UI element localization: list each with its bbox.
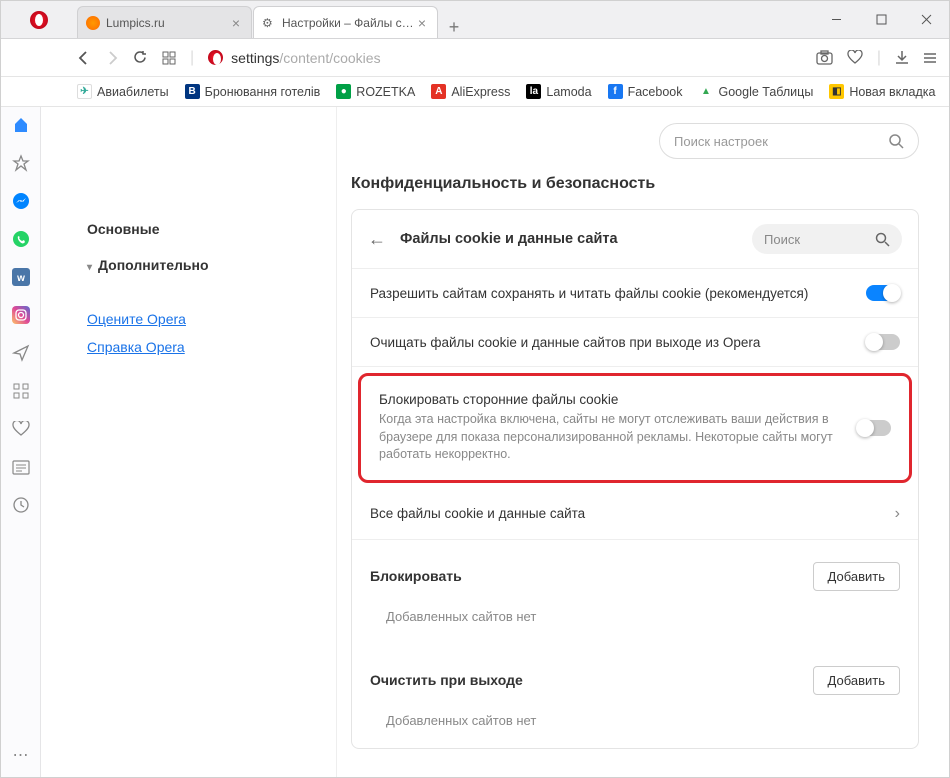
clear-list-empty: Добавленных сайтов нет (352, 705, 918, 748)
url-prefix: settings (231, 50, 279, 66)
new-tab-button[interactable]: + (439, 17, 469, 38)
reload-button[interactable] (133, 50, 148, 65)
favicon-icon (86, 16, 100, 30)
block-section-title: Блокировать (370, 568, 813, 584)
tab-settings[interactable]: ⚙ Настройки – Файлы cookie × (253, 6, 438, 38)
tab-title: Настройки – Файлы cookie (282, 16, 415, 30)
rail-instagram-icon[interactable] (11, 305, 31, 325)
link-rate-opera[interactable]: Оцените Opera (87, 311, 316, 327)
row-description: Когда эта настройка включена, сайты не м… (379, 411, 857, 464)
rail-vk-icon[interactable]: w (11, 267, 31, 287)
bookmark-item[interactable]: ●ROZETKA (336, 84, 415, 99)
window-app-icon (1, 1, 77, 38)
panel-title: Файлы cookie и данные сайта (400, 231, 738, 247)
back-button[interactable] (77, 51, 91, 65)
bookmark-item[interactable]: BБронювання готелів (185, 84, 321, 99)
section-heading: Конфиденциальность и безопасность (351, 175, 919, 193)
search-icon (888, 133, 904, 149)
opera-logo-icon (30, 11, 48, 29)
clear-section-title: Очистить при выходе (370, 672, 813, 688)
add-block-button[interactable]: Добавить (813, 562, 900, 591)
rail-messenger-icon[interactable] (11, 191, 31, 211)
nav-basic[interactable]: Основные (69, 211, 316, 247)
gear-icon: ⚙ (262, 16, 276, 30)
maximize-button[interactable] (859, 1, 904, 38)
rail-history-icon[interactable] (11, 495, 31, 515)
nav-advanced[interactable]: Дополнительно (69, 247, 316, 283)
bookmark-item[interactable]: AAliExpress (431, 84, 510, 99)
all-cookies-link[interactable]: Все файлы cookie и данные сайта › (352, 489, 918, 540)
opera-logo-icon (208, 50, 223, 65)
bookmark-item[interactable]: ◧Новая вкладка (829, 84, 935, 99)
rail-apps-icon[interactable] (11, 381, 31, 401)
search-icon (875, 232, 890, 247)
row-title: Блокировать сторонние файлы cookie (379, 392, 857, 407)
tab-lumpics[interactable]: Lumpics.ru × (77, 6, 252, 38)
settings-search-input[interactable]: Поиск настроек (659, 123, 919, 159)
setting-block-third-party: Блокировать сторонние файлы cookie Когда… (361, 376, 909, 480)
forward-button[interactable] (105, 51, 119, 65)
rail-more-icon[interactable]: ⋯ (11, 745, 31, 765)
apps-icon[interactable] (162, 51, 176, 65)
bookmark-item[interactable]: ✈Авиабилеты (77, 84, 169, 99)
add-clear-button[interactable]: Добавить (813, 666, 900, 695)
rail-whatsapp-icon[interactable] (11, 229, 31, 249)
setting-allow-cookies: Разрешить сайтам сохранять и читать файл… (352, 269, 918, 318)
address-bar[interactable]: settings/content/cookies (208, 50, 802, 66)
heart-icon[interactable] (847, 50, 863, 65)
rail-heart-icon[interactable] (11, 419, 31, 439)
menu-icon[interactable] (923, 51, 937, 65)
block-list-empty: Добавленных сайтов нет (352, 601, 918, 644)
close-button[interactable] (904, 1, 949, 38)
toggle-clear-on-exit[interactable] (866, 334, 900, 350)
sidebar-rail: w ⋯ (1, 107, 41, 777)
tab-strip: Lumpics.ru × ⚙ Настройки – Файлы cookie … (77, 1, 814, 38)
chevron-right-icon: › (895, 505, 900, 523)
panel-search-input[interactable]: Поиск (752, 224, 902, 254)
setting-clear-on-exit: Очищать файлы cookie и данные сайтов при… (352, 318, 918, 367)
back-arrow-icon[interactable]: ← (368, 229, 386, 250)
bookmark-item[interactable]: ▲Google Таблицы (698, 84, 813, 99)
rail-news-icon[interactable] (11, 457, 31, 477)
svg-text:w: w (16, 273, 25, 284)
url-path: /content/cookies (279, 50, 380, 66)
minimize-button[interactable] (814, 1, 859, 38)
search-placeholder: Поиск настроек (674, 134, 888, 149)
tab-title: Lumpics.ru (106, 16, 229, 30)
link-help-opera[interactable]: Справка Opera (87, 339, 316, 355)
bookmark-item[interactable]: fFacebook (608, 84, 683, 99)
toggle-allow-cookies[interactable] (866, 285, 900, 301)
toggle-block-third-party[interactable] (857, 420, 891, 436)
snapshot-icon[interactable] (816, 50, 833, 65)
rail-send-icon[interactable] (11, 343, 31, 363)
close-icon[interactable]: × (415, 15, 429, 31)
bookmarks-bar: ✈Авиабилеты BБронювання готелів ●ROZETKA… (1, 77, 949, 107)
bookmark-item[interactable]: laLamoda (526, 84, 591, 99)
download-icon[interactable] (895, 50, 909, 65)
close-icon[interactable]: × (229, 15, 243, 31)
